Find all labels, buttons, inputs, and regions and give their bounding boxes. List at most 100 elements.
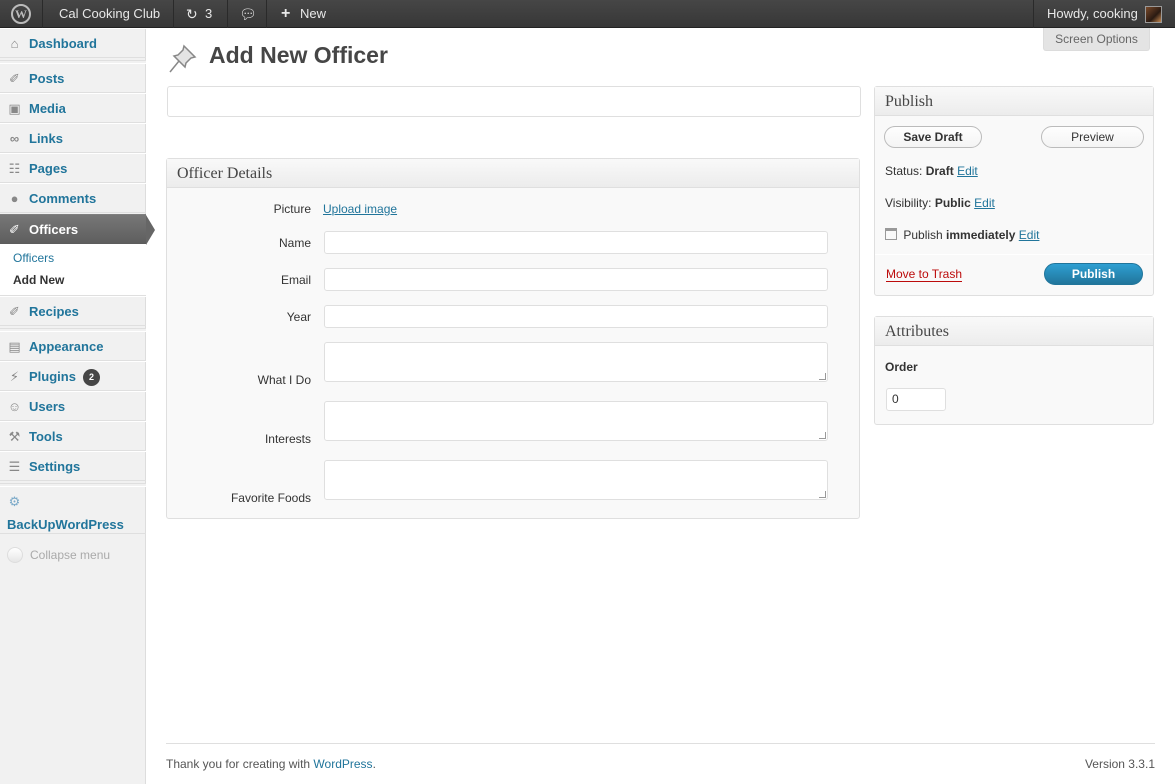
menu-label: Appearance bbox=[29, 339, 104, 354]
visibility-label: Visibility: bbox=[885, 196, 932, 210]
settings-icon: ☰ bbox=[8, 459, 21, 474]
edit-status-link[interactable]: Edit bbox=[957, 164, 978, 178]
dashboard-icon: ⌂ bbox=[10, 36, 19, 51]
save-draft-button[interactable]: Save Draft bbox=[884, 126, 982, 148]
page-icon: ☷ bbox=[8, 161, 21, 176]
adminbar-divider bbox=[173, 0, 174, 28]
media-icon: ▣ bbox=[8, 101, 21, 116]
wordpress-link[interactable]: WordPress bbox=[313, 757, 372, 771]
edit-publish-time-link[interactable]: Edit bbox=[1019, 228, 1040, 242]
upload-image-link[interactable]: Upload image bbox=[323, 202, 397, 216]
comments-icon[interactable]: 💬︎ bbox=[239, 0, 257, 28]
menu-item-appearance[interactable]: ▤ Appearance bbox=[0, 331, 146, 361]
name-input[interactable] bbox=[324, 231, 828, 254]
avatar[interactable] bbox=[1145, 6, 1162, 23]
attributes-heading[interactable]: Attributes bbox=[875, 317, 1153, 346]
howdy-account-link[interactable]: Howdy, cooking bbox=[1047, 0, 1138, 28]
menu-label: BackUpWordPress bbox=[7, 517, 124, 532]
officers-submenu: Officers Add New bbox=[0, 244, 146, 296]
plugins-update-badge: 2 bbox=[83, 369, 100, 386]
footer-thanks-suffix: . bbox=[372, 757, 376, 771]
status-label: Status: bbox=[885, 164, 923, 178]
site-name-link[interactable]: Cal Cooking Club bbox=[59, 0, 160, 28]
order-label: Order bbox=[885, 360, 918, 374]
appearance-icon: ▤ bbox=[8, 339, 21, 354]
favorite-foods-textarea[interactable] bbox=[324, 460, 828, 500]
adminbar-divider bbox=[42, 0, 43, 28]
updates-count[interactable]: 3 bbox=[205, 0, 212, 28]
visibility-value: Public bbox=[934, 196, 971, 210]
link-icon: ∞ bbox=[9, 131, 20, 146]
interests-label: Interests bbox=[264, 432, 311, 446]
menu-item-officers[interactable]: ✐ Officers bbox=[0, 214, 155, 245]
menu-item-media[interactable]: ▣ Media bbox=[0, 93, 146, 123]
publish-button[interactable]: Publish bbox=[1044, 263, 1143, 285]
edit-visibility-link[interactable]: Edit bbox=[974, 196, 995, 210]
menu-item-plugins[interactable]: ⚡ Plugins 2 bbox=[0, 361, 146, 391]
menu-item-dashboard[interactable]: ⌂ Dashboard bbox=[0, 28, 146, 58]
officer-details-heading[interactable]: Officer Details bbox=[167, 159, 859, 188]
footer-thanks-text: Thank you for creating with bbox=[166, 757, 311, 771]
publish-time-value: immediately bbox=[946, 228, 1016, 242]
new-content-link[interactable]: New bbox=[300, 0, 326, 28]
menu-label: Pages bbox=[29, 161, 68, 176]
menu-label: Comments bbox=[29, 191, 97, 206]
order-input[interactable]: 0 bbox=[886, 388, 946, 411]
wordpress-logo-icon[interactable]: W bbox=[11, 4, 31, 24]
menu-item-tools[interactable]: ⚒ Tools bbox=[0, 421, 146, 451]
menu-item-pages[interactable]: ☷ Pages bbox=[0, 153, 146, 183]
menu-item-settings[interactable]: ☰ Settings bbox=[0, 451, 146, 481]
footer-thanks: Thank you for creating with WordPress. bbox=[166, 757, 376, 771]
footer: Thank you for creating with WordPress. V… bbox=[166, 743, 1155, 771]
menu-item-backupwordpress[interactable]: ⚙ BackUpWordPress bbox=[0, 486, 146, 534]
pushpin-icon: ✐ bbox=[9, 304, 20, 319]
plus-icon[interactable]: + bbox=[281, 0, 290, 28]
status-row: Status: Draft Edit bbox=[885, 164, 978, 178]
what-i-do-label: What I Do bbox=[257, 373, 311, 387]
menu-label: Posts bbox=[29, 71, 65, 86]
publish-box: Publish Save Draft Preview Status: Draft… bbox=[874, 86, 1154, 296]
publish-time-row: Publish immediately Edit bbox=[885, 228, 1039, 242]
menu-item-users[interactable]: ☺ Users bbox=[0, 391, 146, 421]
favorite-foods-label: Favorite Foods bbox=[230, 491, 311, 505]
move-to-trash-link[interactable]: Move to Trash bbox=[886, 267, 963, 282]
what-i-do-textarea[interactable] bbox=[324, 342, 828, 382]
menu-label: Media bbox=[29, 101, 66, 116]
divider bbox=[875, 254, 1153, 255]
submenu-item-add-new[interactable]: Add New bbox=[13, 273, 64, 287]
plugin-icon: ⚡ bbox=[9, 369, 20, 384]
pushpin-icon: ✐ bbox=[9, 71, 20, 86]
menu-label: Tools bbox=[29, 429, 63, 444]
publish-heading[interactable]: Publish bbox=[875, 87, 1153, 116]
adminbar-divider bbox=[266, 0, 267, 28]
version-text: Version 3.3.1 bbox=[1084, 757, 1155, 771]
menu-label: Plugins bbox=[29, 369, 76, 384]
status-value: Draft bbox=[925, 164, 954, 178]
name-label: Name bbox=[278, 236, 311, 250]
adminbar-divider bbox=[227, 0, 228, 28]
interests-textarea[interactable] bbox=[324, 401, 828, 441]
menu-item-comments[interactable]: ● Comments bbox=[0, 183, 146, 213]
page-title: Add New Officer bbox=[209, 42, 388, 68]
backup-icon: ⚙ bbox=[8, 494, 21, 509]
pushpin-icon: ✐ bbox=[9, 222, 20, 237]
year-input[interactable] bbox=[324, 305, 828, 328]
menu-label: Settings bbox=[29, 459, 81, 474]
attributes-box: Attributes Order 0 bbox=[874, 316, 1154, 425]
menu-label: Users bbox=[29, 399, 66, 414]
submenu-item-officers[interactable]: Officers bbox=[13, 251, 54, 265]
admin-bar: W Cal Cooking Club ↻ 3 💬︎ + New Howdy, c… bbox=[0, 0, 1175, 28]
menu-item-links[interactable]: ∞ Links bbox=[0, 123, 146, 153]
email-input[interactable] bbox=[324, 268, 828, 291]
menu-label: Dashboard bbox=[29, 36, 97, 51]
menu-item-posts[interactable]: ✐ Posts bbox=[0, 63, 146, 93]
comment-icon: ● bbox=[10, 191, 19, 206]
updates-icon[interactable]: ↻ bbox=[186, 0, 198, 28]
post-title-input[interactable] bbox=[167, 86, 861, 117]
screen-options-button[interactable]: Screen Options bbox=[1043, 28, 1150, 51]
menu-item-recipes[interactable]: ✐ Recipes bbox=[0, 296, 146, 326]
preview-button[interactable]: Preview bbox=[1041, 126, 1144, 148]
adminbar-divider bbox=[1033, 0, 1034, 28]
visibility-row: Visibility: Public Edit bbox=[885, 196, 995, 210]
picture-label: Picture bbox=[273, 202, 311, 216]
